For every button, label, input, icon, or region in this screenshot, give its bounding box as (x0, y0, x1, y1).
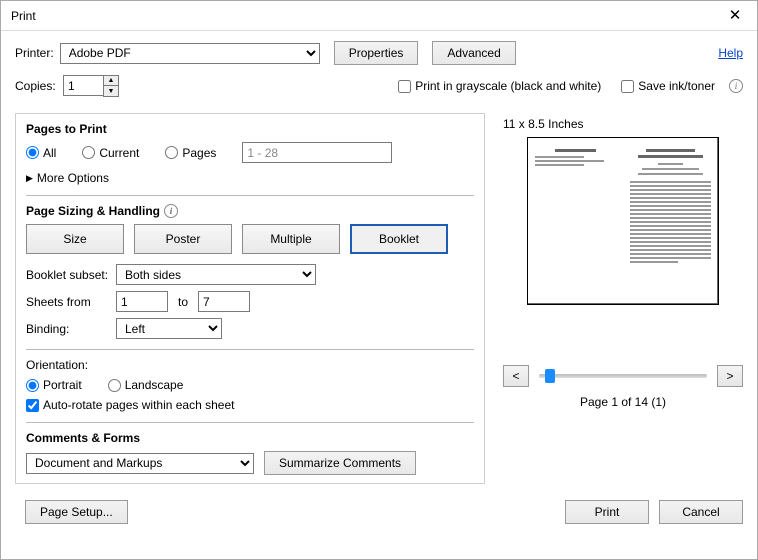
portrait-label: Portrait (43, 378, 82, 392)
auto-rotate-input[interactable] (26, 399, 39, 412)
preview-slider[interactable] (539, 374, 707, 378)
preview-prev-button[interactable]: < (503, 365, 529, 387)
pages-range-label: Pages (182, 146, 216, 160)
copies-label: Copies: (15, 79, 57, 93)
copies-stepper[interactable]: ▲ ▼ (63, 75, 119, 97)
pages-range-input[interactable] (165, 146, 178, 159)
print-preview (527, 137, 719, 305)
pages-range-field[interactable] (242, 142, 392, 163)
properties-button[interactable]: Properties (334, 41, 419, 65)
help-link[interactable]: Help (718, 46, 743, 60)
copies-input[interactable] (63, 75, 103, 96)
summarize-comments-button[interactable]: Summarize Comments (264, 451, 416, 475)
titlebar: Print ✕ (1, 1, 757, 31)
sheets-to-label: to (178, 295, 188, 309)
sizing-title-text: Page Sizing & Handling (26, 204, 160, 218)
printer-select[interactable]: Adobe PDF (60, 43, 320, 64)
window-title: Print (11, 9, 36, 23)
preview-dimensions: 11 x 8.5 Inches (503, 117, 743, 131)
pages-range-radio[interactable]: Pages (165, 146, 216, 160)
cancel-button[interactable]: Cancel (659, 500, 743, 524)
landscape-label: Landscape (125, 378, 184, 392)
orientation-portrait-radio[interactable]: Portrait (26, 378, 82, 392)
advanced-button[interactable]: Advanced (432, 41, 515, 65)
grayscale-checkbox[interactable]: Print in grayscale (black and white) (398, 79, 601, 93)
subset-select[interactable]: Both sides (116, 264, 316, 285)
tab-multiple[interactable]: Multiple (242, 224, 340, 254)
page-indicator: Page 1 of 14 (1) (503, 395, 743, 409)
tab-size[interactable]: Size (26, 224, 124, 254)
sizing-title: Page Sizing & Handling i (26, 204, 474, 218)
slider-thumb[interactable] (545, 369, 555, 383)
more-options-toggle[interactable]: More Options (37, 171, 109, 185)
tab-booklet[interactable]: Booklet (350, 224, 448, 254)
pages-current-input[interactable] (82, 146, 95, 159)
binding-select[interactable]: Left (116, 318, 222, 339)
print-button[interactable]: Print (565, 500, 649, 524)
tab-poster[interactable]: Poster (134, 224, 232, 254)
binding-label: Binding: (26, 322, 116, 336)
save-ink-label: Save ink/toner (638, 79, 715, 93)
pages-all-input[interactable] (26, 146, 39, 159)
pages-all-radio[interactable]: All (26, 146, 56, 160)
portrait-input[interactable] (26, 379, 39, 392)
preview-next-button[interactable]: > (717, 365, 743, 387)
sheets-from-label: Sheets from (26, 295, 116, 309)
orientation-title: Orientation: (26, 358, 474, 372)
pages-to-print-title: Pages to Print (26, 122, 474, 136)
copies-up-icon[interactable]: ▲ (104, 76, 118, 86)
grayscale-label: Print in grayscale (black and white) (415, 79, 601, 93)
printer-label: Printer: (15, 46, 54, 60)
comments-title: Comments & Forms (26, 431, 474, 445)
subset-label: Booklet subset: (26, 268, 116, 282)
copies-down-icon[interactable]: ▼ (104, 86, 118, 96)
info-icon[interactable]: i (729, 79, 743, 93)
grayscale-check-input[interactable] (398, 80, 411, 93)
sheets-from-input[interactable] (116, 291, 168, 312)
auto-rotate-checkbox[interactable]: Auto-rotate pages within each sheet (26, 398, 474, 412)
save-ink-checkbox[interactable]: Save ink/toner (621, 79, 715, 93)
save-ink-check-input[interactable] (621, 80, 634, 93)
orientation-landscape-radio[interactable]: Landscape (108, 378, 184, 392)
pages-current-label: Current (99, 146, 139, 160)
close-icon[interactable]: ✕ (721, 1, 749, 31)
sheets-to-input[interactable] (198, 291, 250, 312)
comments-select[interactable]: Document and Markups (26, 453, 254, 474)
auto-rotate-label: Auto-rotate pages within each sheet (43, 398, 234, 412)
pages-current-radio[interactable]: Current (82, 146, 139, 160)
info-icon[interactable]: i (164, 204, 178, 218)
page-setup-button[interactable]: Page Setup... (25, 500, 128, 524)
pages-all-label: All (43, 146, 56, 160)
landscape-input[interactable] (108, 379, 121, 392)
more-options-chevron-icon[interactable]: ▶ (26, 173, 33, 184)
